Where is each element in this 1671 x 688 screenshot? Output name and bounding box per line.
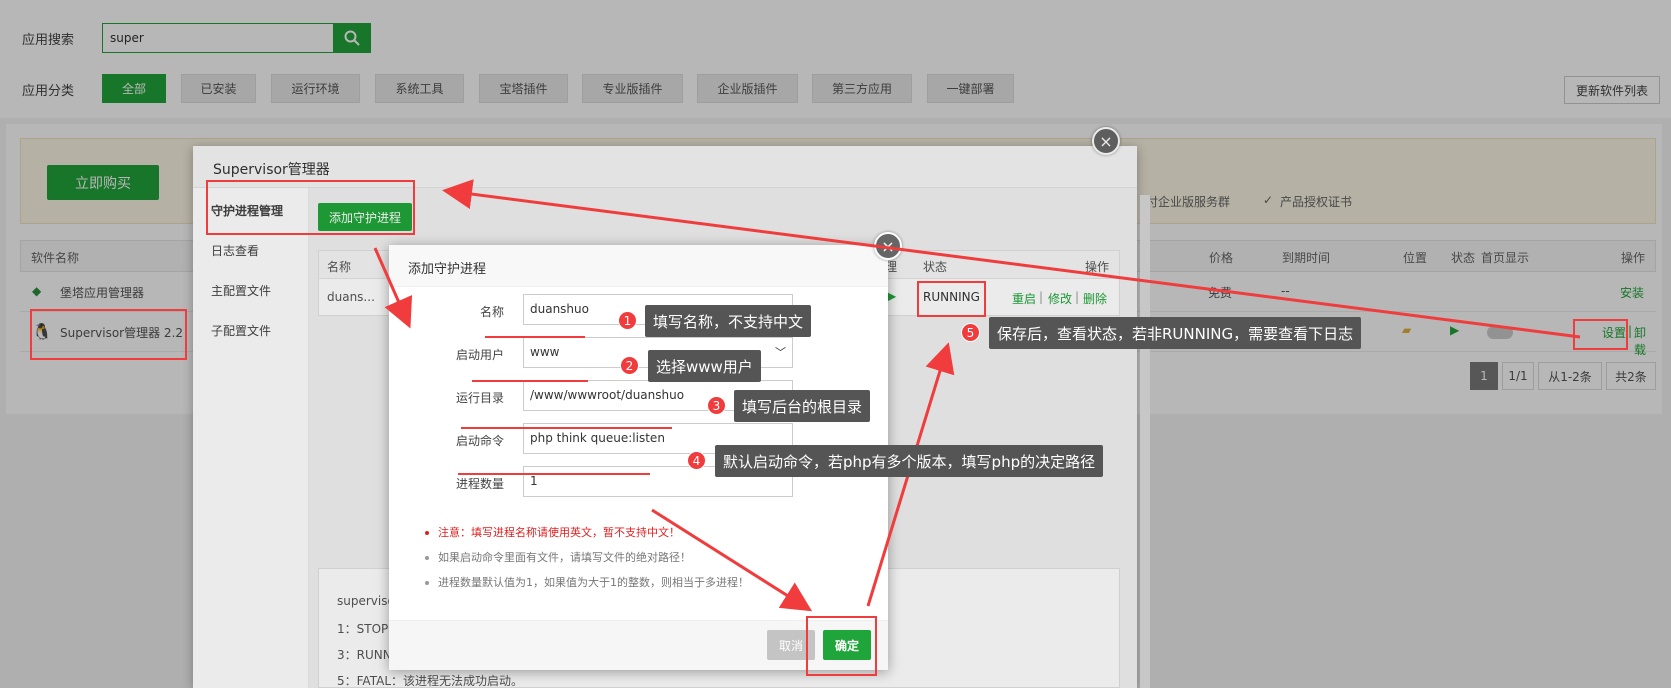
highlight-settings bbox=[1573, 319, 1628, 350]
annotation-arrows bbox=[373, 179, 1581, 612]
arrow-to-form bbox=[373, 247, 413, 329]
tip-1: 填写名称，不支持中文 bbox=[645, 305, 812, 337]
highlight-running-status bbox=[917, 281, 986, 317]
underline-command bbox=[458, 473, 650, 475]
step-badge-1: 1 bbox=[618, 311, 637, 330]
arrow-to-status bbox=[866, 342, 955, 607]
step-badge-2: 2 bbox=[620, 356, 639, 375]
underline-name bbox=[485, 336, 585, 338]
underline-directory bbox=[461, 427, 672, 429]
step-badge-4: 4 bbox=[687, 451, 706, 470]
arrow-to-menu bbox=[442, 179, 1581, 339]
tip-2: 选择www用户 bbox=[648, 350, 761, 382]
underline-user bbox=[472, 380, 588, 382]
step-badge-5: 5 bbox=[961, 323, 980, 342]
arrow-to-confirm bbox=[651, 508, 813, 612]
tip-3: 填写后台的根目录 bbox=[734, 390, 871, 422]
step-badge-3: 3 bbox=[707, 396, 726, 415]
tip-4: 默认启动命令，若php有多个版本，填写php的决定路径 bbox=[715, 445, 1104, 477]
highlight-supervisor-row bbox=[30, 309, 187, 360]
tip-5: 保存后，查看状态，若非RUNNING，需要查看下日志 bbox=[989, 317, 1362, 349]
highlight-confirm bbox=[806, 616, 877, 676]
highlight-process-manage bbox=[206, 180, 415, 235]
